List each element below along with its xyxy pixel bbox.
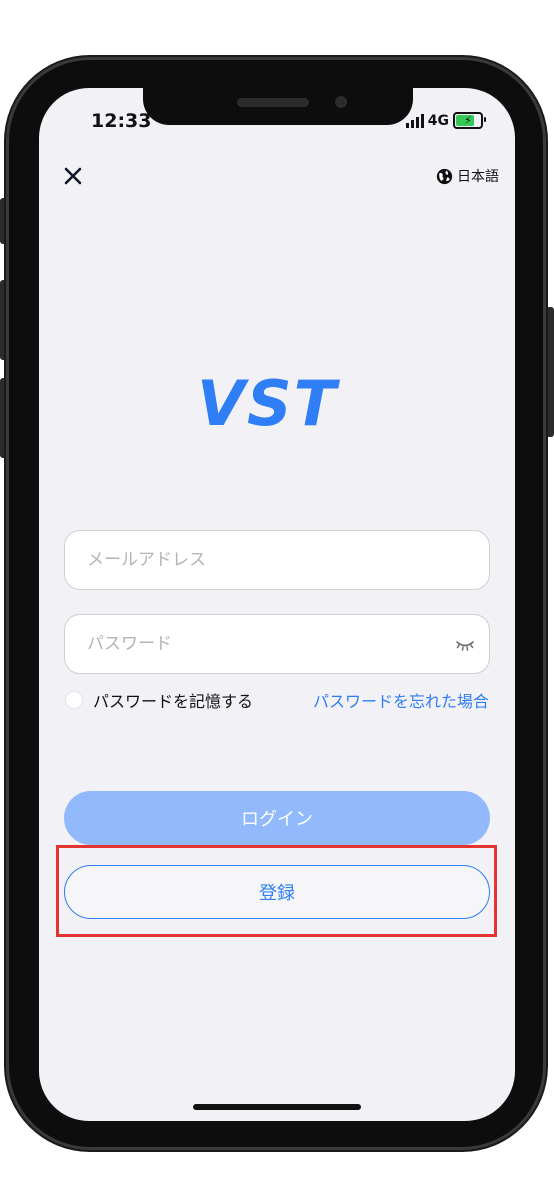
login-button[interactable]: ログイン bbox=[64, 791, 490, 845]
notch bbox=[143, 88, 413, 125]
email-input[interactable] bbox=[65, 531, 489, 589]
power-button bbox=[546, 307, 554, 437]
language-label: 日本語 bbox=[457, 169, 499, 185]
front-camera bbox=[335, 96, 347, 108]
password-field[interactable] bbox=[64, 614, 490, 674]
vst-logo: VST bbox=[197, 370, 341, 432]
forgot-password-link[interactable]: パスワードを忘れた場合 bbox=[313, 688, 489, 712]
remember-radio[interactable] bbox=[65, 691, 83, 709]
home-indicator bbox=[193, 1104, 361, 1110]
app-screen: 12:33 4G ⚡ 日本語 VST パスワードを記憶する パスワードを忘れた場… bbox=[39, 88, 515, 1121]
close-icon[interactable] bbox=[61, 164, 85, 188]
status-indicators: 4G ⚡ bbox=[405, 112, 486, 129]
language-selector[interactable]: 日本語 bbox=[436, 166, 499, 186]
globe-icon bbox=[436, 168, 453, 184]
password-input[interactable] bbox=[65, 615, 489, 673]
remember-label: パスワードを記憶する bbox=[93, 692, 254, 711]
eye-closed-icon[interactable] bbox=[455, 637, 475, 653]
battery-charging-icon: ⚡ bbox=[453, 112, 486, 129]
network-type: 4G bbox=[427, 112, 449, 129]
speaker bbox=[237, 98, 309, 107]
remember-password-toggle[interactable]: パスワードを記憶する bbox=[65, 688, 253, 712]
signal-icon bbox=[405, 113, 424, 128]
highlight-box bbox=[56, 845, 497, 937]
status-time: 12:33 bbox=[91, 110, 152, 132]
email-field[interactable] bbox=[64, 530, 490, 590]
logo-text: VST bbox=[197, 370, 341, 432]
